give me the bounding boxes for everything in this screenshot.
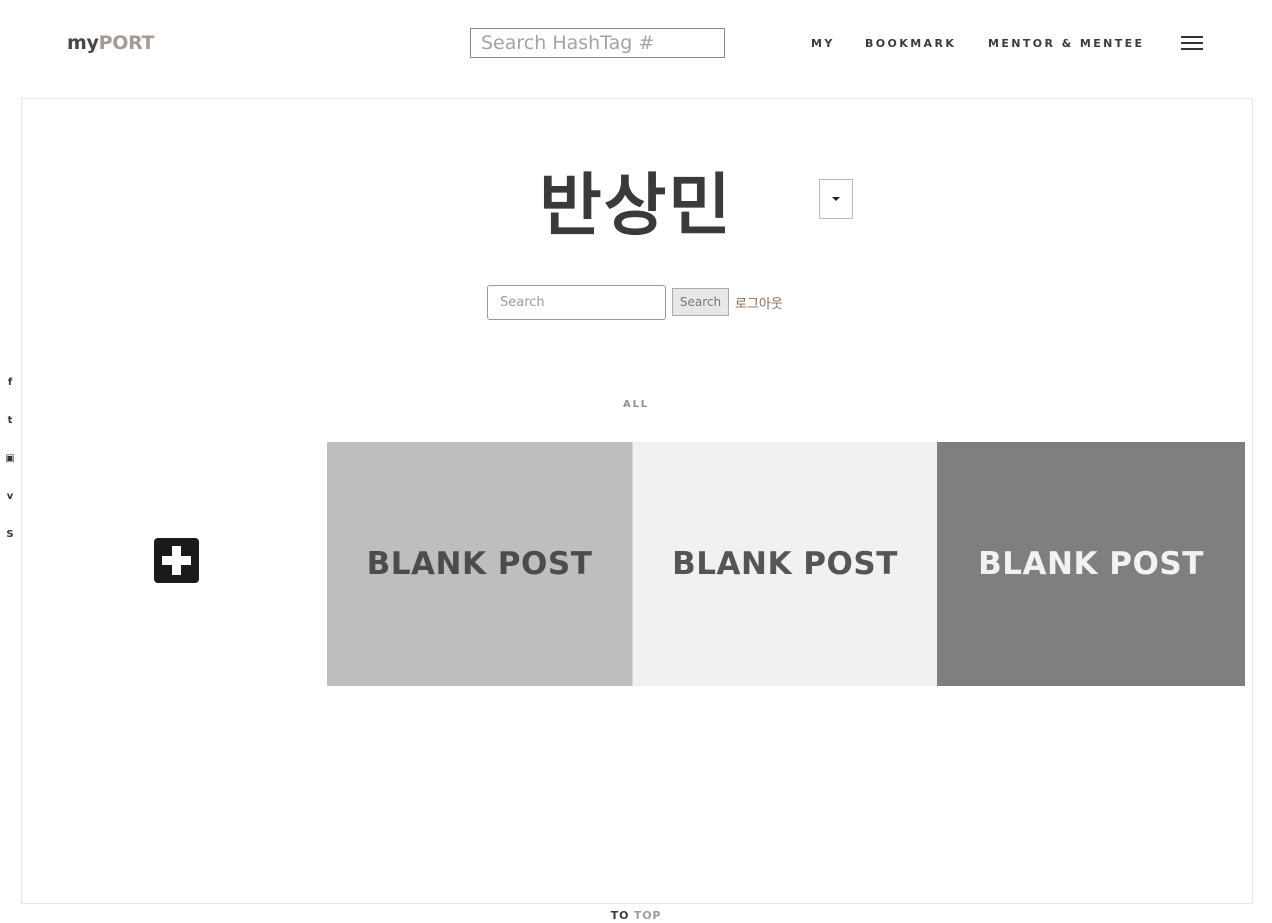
to-top-text-to: TO — [610, 909, 630, 922]
nav-my-link[interactable]: MY — [811, 37, 835, 50]
profile-dropdown-button[interactable] — [819, 179, 853, 219]
hashtag-search-input[interactable] — [470, 28, 725, 58]
post-card[interactable]: BLANK POST — [937, 442, 1245, 686]
post-card-label: BLANK POST — [978, 546, 1204, 582]
caret-down-icon — [832, 197, 840, 201]
logout-link[interactable]: 로그아웃 — [735, 293, 783, 312]
post-card-label: BLANK POST — [366, 546, 593, 582]
nav-mentor-mentee-link[interactable]: MENTOR & MENTEE — [988, 37, 1144, 50]
post-card[interactable]: BLANK POST — [327, 442, 632, 686]
post-card-label: BLANK POST — [672, 546, 898, 582]
to-top-link[interactable]: TO TOP — [0, 909, 1272, 922]
add-plus-icon-bar — [162, 556, 191, 565]
filter-all-tab[interactable]: ALL — [0, 399, 1272, 410]
to-top-text-top: TOP — [633, 909, 662, 922]
site-logo[interactable]: myPORT — [67, 32, 155, 54]
hamburger-line — [1181, 36, 1203, 38]
youtube-icon[interactable]: ▣ — [4, 452, 16, 464]
post-card[interactable]: BLANK POST — [632, 442, 937, 686]
vimeo-icon[interactable]: v — [4, 490, 16, 502]
search-button[interactable]: Search — [672, 288, 729, 316]
twitter-icon[interactable]: t — [4, 414, 16, 426]
add-post-button[interactable] — [154, 538, 199, 583]
profile-user-name: 반상민 — [539, 167, 733, 246]
logo-text-port: PORT — [98, 32, 155, 54]
skype-icon[interactable]: S — [4, 528, 16, 540]
hamburger-line — [1181, 42, 1203, 44]
hamburger-menu-icon[interactable] — [1181, 36, 1203, 51]
hamburger-line — [1181, 48, 1203, 50]
post-search-input[interactable] — [487, 285, 666, 320]
facebook-icon[interactable]: f — [4, 376, 16, 388]
nav-bookmark-link[interactable]: BOOKMARK — [865, 37, 956, 50]
logo-text-my: my — [67, 32, 99, 54]
